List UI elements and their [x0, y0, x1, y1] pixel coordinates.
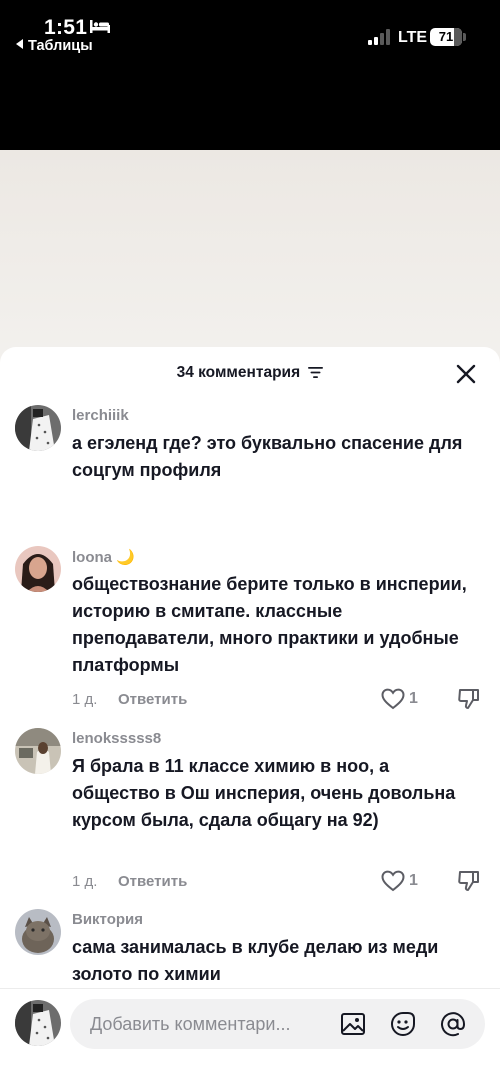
sort-icon[interactable] [308, 366, 324, 379]
image-icon[interactable] [340, 1011, 366, 1037]
status-time: 1:51 [44, 16, 88, 39]
back-to-app-link[interactable]: Таблицы [16, 38, 93, 54]
comment-age: 1 д. [72, 873, 98, 890]
battery-icon: 71 [430, 28, 462, 46]
comments-header: 34 комментария [0, 364, 500, 382]
heart-icon[interactable] [381, 688, 405, 710]
comment-input-container[interactable] [70, 999, 485, 1049]
emoji-icon[interactable] [390, 1011, 416, 1037]
video-background[interactable] [0, 150, 500, 370]
avatar[interactable] [15, 405, 61, 451]
thumbs-down-icon[interactable] [457, 869, 481, 893]
comments-count-title: 34 комментария [176, 364, 301, 381]
reply-button[interactable]: Ответить [118, 691, 187, 708]
comment-text: а егэленд где? это буквально спасение дл… [72, 433, 463, 480]
comment-item: loona 🌙 обществознание берите только в и… [0, 545, 500, 715]
current-user-avatar[interactable] [15, 1000, 61, 1046]
avatar[interactable] [15, 909, 61, 955]
comment-item: lerchiiik а егэленд где? это буквально с… [0, 404, 500, 524]
reply-button[interactable]: Ответить [118, 873, 187, 890]
comment-username[interactable]: Виктория [72, 911, 143, 928]
comment-age: 1 д. [72, 691, 98, 708]
network-type: LTE [398, 29, 428, 46]
status-bar: 1:51 Таблицы LTE 71 [0, 0, 500, 150]
comment-username[interactable]: lerchiiik [72, 407, 129, 424]
like-count: 1 [409, 872, 418, 889]
back-app-label: Таблицы [28, 38, 93, 54]
comment-username[interactable]: lenoksssss8 [72, 730, 161, 747]
comment-input[interactable] [90, 999, 330, 1049]
sleep-bed-icon [90, 20, 110, 33]
avatar[interactable] [15, 546, 61, 592]
thumbs-down-icon[interactable] [457, 687, 481, 711]
comment-composer [0, 988, 500, 1084]
comment-item: Виктория сама занималась в клубе делаю и… [0, 908, 500, 988]
back-arrow-icon [16, 39, 23, 49]
battery-level: 71 [438, 29, 454, 44]
battery-tip [463, 33, 466, 41]
comment-item: lenoksssss8 Я брала в 11 классе химию в … [0, 727, 500, 897]
comment-text: Я брала в 11 классе химию в ноо, а общес… [72, 756, 456, 830]
avatar[interactable] [15, 728, 61, 774]
comment-text: сама занималась в клубе делаю из меди зо… [72, 937, 439, 984]
like-count: 1 [409, 690, 418, 707]
close-icon[interactable] [455, 363, 477, 385]
comments-sheet: 34 комментария lerchiiik а егэленд где? … [0, 347, 500, 1084]
cellular-signal-icon [368, 29, 390, 45]
at-icon[interactable] [440, 1011, 466, 1037]
heart-icon[interactable] [381, 870, 405, 892]
comment-text: обществознание берите только в инсперии,… [72, 574, 467, 675]
comment-username[interactable]: loona 🌙 [72, 548, 135, 566]
